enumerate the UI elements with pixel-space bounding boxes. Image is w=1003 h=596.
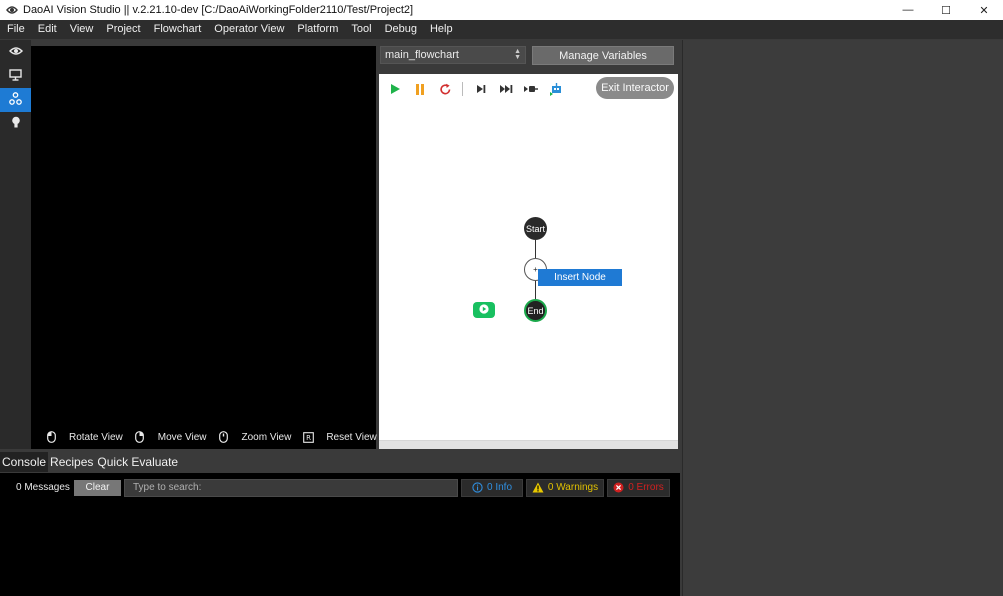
warnings-count: 0 Warnings: [547, 482, 599, 493]
hint-move-label: Move View: [157, 431, 207, 443]
clear-button[interactable]: Clear: [74, 479, 121, 496]
errors-filter-button[interactable]: 0 Errors: [607, 478, 670, 497]
end-node[interactable]: End: [524, 299, 547, 322]
menu-operator-view[interactable]: Operator View: [207, 20, 290, 39]
hint-rotate: Rotate View: [45, 431, 123, 443]
info-count: 0 Info: [486, 482, 513, 493]
play-icon[interactable]: [387, 81, 403, 97]
insert-node-menu-item[interactable]: Insert Node: [538, 269, 622, 286]
message-count: 0 Messages: [16, 482, 70, 493]
hint-rotate-label: Rotate View: [69, 431, 123, 443]
updown-arrows-icon: ▲ ▼: [514, 48, 521, 61]
hint-reset: R Reset View: [302, 431, 377, 443]
menu-view[interactable]: View: [63, 20, 100, 39]
manage-variables-button[interactable]: Manage Variables: [532, 46, 674, 65]
pause-icon[interactable]: [412, 81, 428, 97]
menu-edit[interactable]: Edit: [31, 20, 63, 39]
tab-recipes[interactable]: Recipes: [48, 452, 95, 472]
svg-text:R: R: [306, 434, 311, 442]
tab-console[interactable]: Console: [0, 452, 49, 472]
hint-move: Move View: [134, 431, 207, 443]
eye-icon: [8, 45, 23, 60]
hint-zoom-label: Zoom View: [241, 431, 292, 443]
run-to-node-icon[interactable]: [523, 81, 539, 97]
start-node[interactable]: Start: [524, 217, 547, 240]
left-toolbar: [0, 40, 31, 449]
nodes-icon: [9, 92, 22, 108]
toolbar-separator: [462, 82, 463, 96]
console-search-input[interactable]: [124, 478, 458, 497]
exit-interactor-button[interactable]: Exit Interactor: [596, 77, 674, 99]
menu-platform[interactable]: Platform: [290, 20, 344, 39]
flowchart-selector[interactable]: main_flowchart ▲ ▼: [380, 46, 526, 64]
title-bar: DaoAI Vision Studio || v.2.21.10-dev [C:…: [0, 0, 1003, 20]
console-panel: 0 Messages Clear 0 Info 0 Warnings 0 Err…: [0, 473, 680, 596]
tab-quick-evaluate[interactable]: Quick Evaluate: [95, 452, 180, 472]
menu-bar: File Edit View Project Flowchart Operato…: [0, 20, 1003, 39]
mouse-right-icon: [134, 431, 146, 443]
horizontal-scrollbar[interactable]: [379, 440, 678, 449]
app-logo-icon: [5, 3, 19, 17]
flowchart-toolbar: [387, 81, 573, 97]
minimize-button[interactable]: —: [889, 0, 927, 20]
window-title: DaoAI Vision Studio || v.2.21.10-dev [C:…: [23, 4, 414, 16]
info-icon: [472, 482, 483, 493]
flowchart-tool-button[interactable]: [0, 88, 31, 112]
maximize-button[interactable]: ☐: [927, 0, 965, 20]
menu-project[interactable]: Project: [99, 20, 146, 39]
menu-debug[interactable]: Debug: [378, 20, 423, 39]
mouse-left-icon: [45, 431, 57, 443]
hint-zoom: Zoom View: [217, 431, 291, 443]
error-icon: [613, 482, 624, 493]
app-window: DaoAI Vision Studio || v.2.21.10-dev [C:…: [0, 0, 1003, 596]
edge-start-plus: [535, 240, 536, 258]
3d-viewer[interactable]: Rotate View Move View Zoom View R Reset …: [31, 46, 377, 449]
viewer-hints: Rotate View Move View Zoom View R Reset …: [45, 431, 388, 443]
mouse-wheel-icon: [217, 431, 229, 443]
info-filter-button[interactable]: 0 Info: [461, 478, 523, 497]
lightbulb-icon: [11, 116, 21, 132]
hint-reset-label: Reset View: [326, 431, 377, 443]
flowchart-canvas[interactable]: Exit Interactor Start + End Insert Node: [379, 74, 678, 449]
robot-debug-icon[interactable]: [548, 81, 564, 97]
play-circle-icon: [479, 303, 489, 317]
edge-plus-end: [535, 281, 536, 299]
menu-flowchart[interactable]: Flowchart: [147, 20, 208, 39]
properties-panel: [682, 40, 1003, 596]
key-r-icon: R: [302, 431, 314, 443]
step-icon[interactable]: [473, 81, 489, 97]
fast-forward-icon[interactable]: [498, 81, 514, 97]
restart-icon[interactable]: [437, 81, 453, 97]
menu-tool[interactable]: Tool: [344, 20, 377, 39]
monitor-tool-button[interactable]: [0, 64, 31, 88]
flowchart-selector-value: main_flowchart: [385, 49, 459, 61]
menu-file[interactable]: File: [0, 20, 31, 39]
close-button[interactable]: ✕: [965, 0, 1003, 20]
window-controls: — ☐ ✕: [889, 0, 1003, 20]
vision-tool-button[interactable]: [0, 40, 31, 64]
bottom-tabs: Console Recipes Quick Evaluate: [0, 452, 680, 472]
hint-tool-button[interactable]: [0, 112, 31, 136]
console-toolbar: 0 Messages Clear 0 Info 0 Warnings 0 Err…: [0, 478, 680, 497]
monitor-icon: [9, 68, 22, 84]
warning-icon: [532, 482, 544, 493]
errors-count: 0 Errors: [628, 482, 664, 493]
run-flow-button[interactable]: [473, 302, 495, 318]
warnings-filter-button[interactable]: 0 Warnings: [526, 478, 604, 497]
menu-help[interactable]: Help: [423, 20, 459, 39]
